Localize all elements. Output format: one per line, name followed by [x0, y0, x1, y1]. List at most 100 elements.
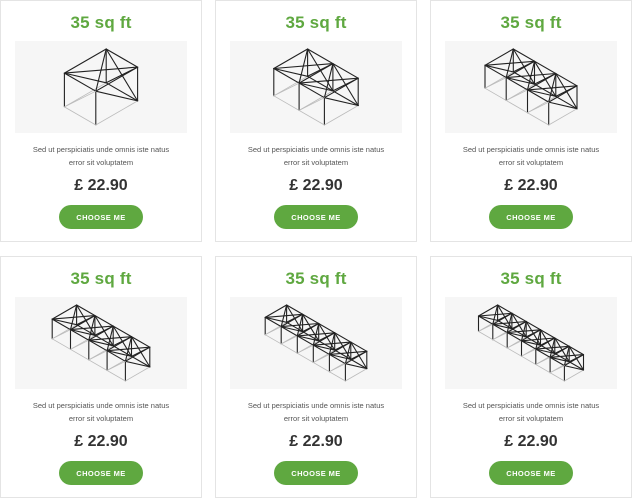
greenhouse-frame-icon	[445, 41, 617, 133]
choose-me-button[interactable]: CHOOSE ME	[489, 461, 573, 485]
description-line: Sed ut perspiciatis unde omnis iste natu…	[247, 145, 385, 154]
frame-wireframe	[51, 304, 151, 382]
product-card: 35 sq ft Sed ut perspiciatis unde omnis …	[215, 256, 417, 498]
greenhouse-frame-icon	[445, 297, 617, 389]
frame-strut	[70, 339, 90, 350]
frame-strut	[564, 369, 584, 382]
card-price: £ 22.90	[289, 433, 343, 450]
card-description: Sed ut perspiciatis unde omnis iste natu…	[437, 399, 625, 425]
frame-strut	[318, 322, 336, 351]
choose-me-button[interactable]: CHOOSE ME	[59, 461, 143, 485]
frame-strut	[76, 304, 96, 336]
frame-strut	[505, 89, 528, 101]
card-price: £ 22.90	[74, 177, 128, 194]
frame-strut	[307, 48, 334, 92]
frame-strut	[105, 82, 139, 102]
frame-strut	[95, 90, 139, 102]
card-title: 35 sq ft	[285, 269, 347, 288]
frame-strut	[527, 101, 550, 114]
description-line: Sed ut perspiciatis unde omnis iste natu…	[462, 145, 600, 154]
frame-strut	[94, 315, 114, 347]
frame-strut	[548, 108, 578, 126]
frame-strut	[105, 48, 139, 102]
frame-strut	[312, 354, 330, 363]
product-card: 35 sq ft Sed ut perspiciatis unde omnis …	[430, 0, 632, 242]
frame-strut	[555, 72, 578, 110]
card-title: 35 sq ft	[500, 13, 562, 32]
frame-strut	[125, 366, 151, 382]
card-description: Sed ut perspiciatis unde omnis iste natu…	[437, 143, 625, 169]
greenhouse-frame-icon	[15, 297, 187, 389]
frame-strut	[63, 72, 97, 92]
frame-strut	[323, 97, 359, 107]
frame-strut	[298, 97, 325, 111]
choose-me-button[interactable]: CHOOSE ME	[489, 205, 573, 229]
card-description: Sed ut perspiciatis unde omnis iste natu…	[222, 399, 410, 425]
frame-strut	[324, 105, 359, 126]
frame-strut	[535, 356, 551, 365]
card-description: Sed ut perspiciatis unde omnis iste natu…	[222, 143, 410, 169]
card-price: £ 22.90	[74, 433, 128, 450]
product-card: 35 sq ft Sed ut perspiciatis unde omnis …	[0, 256, 202, 498]
card-title: 35 sq ft	[285, 13, 347, 32]
frame-strut	[484, 77, 507, 89]
card-description: Sed ut perspiciatis unde omnis iste natu…	[7, 143, 195, 169]
frame-strut	[273, 82, 300, 97]
description-line: error sit voluptatem	[68, 414, 134, 423]
frame-wireframe	[63, 48, 139, 126]
frame-strut	[549, 365, 565, 374]
card-title: 35 sq ft	[70, 269, 132, 288]
frame-strut	[51, 329, 71, 340]
greenhouse-frame-icon	[230, 41, 402, 133]
frame-strut	[106, 360, 126, 371]
description-line: error sit voluptatem	[283, 414, 349, 423]
frame-strut	[521, 348, 537, 357]
frame-wireframe	[273, 48, 359, 126]
card-title: 35 sq ft	[500, 269, 562, 288]
choose-me-button[interactable]: CHOOSE ME	[274, 205, 358, 229]
frame-strut	[63, 48, 107, 74]
card-description: Sed ut perspiciatis unde omnis iste natu…	[7, 399, 195, 425]
description-line: error sit voluptatem	[498, 414, 564, 423]
frame-strut	[332, 63, 359, 107]
product-card: 35 sq ft Sed ut perspiciatis unde omnis …	[215, 0, 417, 242]
frame-strut	[105, 48, 139, 68]
description-line: Sed ut perspiciatis unde omnis iste natu…	[32, 401, 170, 410]
frame-strut	[506, 340, 522, 349]
greenhouse-frame-icon	[230, 297, 402, 389]
frame-strut	[533, 60, 557, 97]
frame-strut	[512, 48, 536, 85]
frame-strut	[264, 326, 282, 336]
choose-me-button[interactable]: CHOOSE ME	[274, 461, 358, 485]
frame-strut	[130, 336, 151, 368]
choose-me-button[interactable]: CHOOSE ME	[59, 205, 143, 229]
card-title: 35 sq ft	[70, 13, 132, 32]
card-price: £ 22.90	[504, 433, 558, 450]
description-line: Sed ut perspiciatis unde omnis iste natu…	[247, 401, 385, 410]
description-line: error sit voluptatem	[283, 158, 349, 167]
frame-strut	[492, 332, 508, 341]
frame-strut	[296, 344, 314, 354]
frame-strut	[548, 101, 578, 110]
frame-strut	[345, 368, 368, 382]
product-grid: 35 sq ft Sed ut perspiciatis unde omnis …	[0, 0, 632, 500]
frame-wireframe	[264, 304, 368, 382]
greenhouse-frame-icon	[15, 41, 187, 133]
card-price: £ 22.90	[289, 177, 343, 194]
frame-strut	[64, 106, 97, 126]
description-line: error sit voluptatem	[68, 158, 134, 167]
product-card: 35 sq ft Sed ut perspiciatis unde omnis …	[0, 0, 202, 242]
frame-strut	[124, 360, 151, 368]
frame-strut	[478, 323, 494, 332]
card-price: £ 22.90	[504, 177, 558, 194]
frame-strut	[95, 100, 138, 126]
description-line: Sed ut perspiciatis unde omnis iste natu…	[32, 145, 170, 154]
frame-strut	[88, 350, 108, 361]
product-card: 35 sq ft Sed ut perspiciatis unde omnis …	[430, 256, 632, 498]
description-line: error sit voluptatem	[498, 158, 564, 167]
frame-strut	[64, 82, 107, 108]
frame-strut	[64, 90, 97, 108]
frame-strut	[280, 335, 298, 345]
frame-wireframe	[477, 304, 585, 382]
frame-strut	[264, 334, 346, 382]
